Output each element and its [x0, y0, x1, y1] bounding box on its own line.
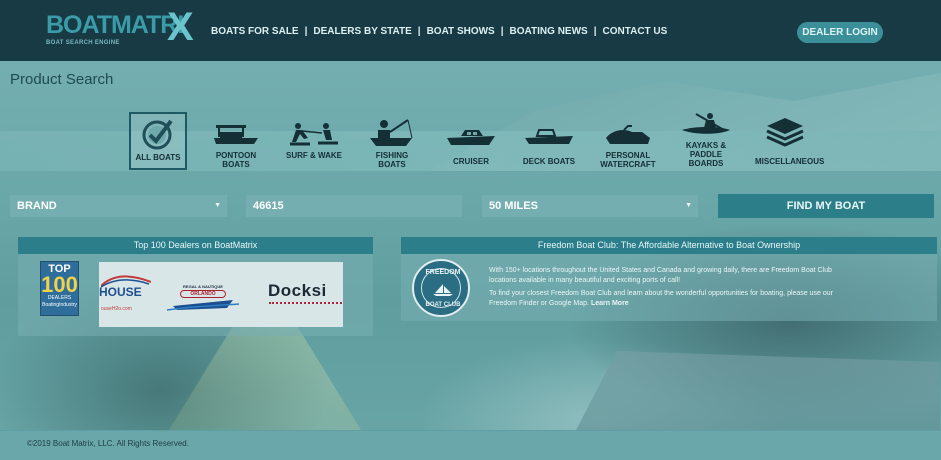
category-label: ALL BOATS — [135, 153, 181, 162]
category-label: PERSONAL WATERCRAFT — [600, 151, 656, 169]
category-label: SURF & WAKE — [286, 151, 342, 160]
badge-number: 100 — [41, 272, 78, 297]
category-label: CRUISER — [452, 157, 489, 166]
chevron-down-icon: ▼ — [685, 202, 692, 209]
regal-logo-main: ORLANDO — [180, 290, 226, 298]
logo-tagline: BOAT SEARCH ENGINE — [46, 40, 120, 46]
distance-select-value: 50 MILES — [489, 200, 538, 212]
nav-separator: | — [304, 26, 308, 37]
category-label: FISHING BOATS — [375, 151, 409, 169]
brand-select[interactable]: BRAND ▼ — [10, 195, 227, 217]
zip-input-value: 46615 — [253, 200, 284, 212]
cruiser-icon — [441, 110, 501, 148]
nav-boat-shows[interactable]: BOAT SHOWS — [427, 26, 495, 37]
deck-boat-icon — [519, 110, 579, 148]
nav-dealers-by-state[interactable]: DEALERS BY STATE — [313, 26, 411, 37]
site-footer: ©2019 Boat Matrix, LLC. All Rights Reser… — [0, 430, 941, 460]
docks-logo: Docksi — [268, 281, 327, 300]
category-pontoon-boats[interactable]: PONTOON BOATS — [206, 110, 266, 170]
page-title: Product Search — [10, 71, 114, 88]
docks-logo-underline — [269, 302, 343, 305]
check-circle-icon — [131, 114, 185, 150]
category-fishing-boats[interactable]: FISHING BOATS — [362, 110, 422, 170]
category-cruiser[interactable]: CRUISER — [441, 110, 501, 170]
freedom-boat-club-description: With 150+ locations throughout the Unite… — [489, 266, 839, 312]
brand-select-value: BRAND — [17, 200, 57, 212]
nav-boats-for-sale[interactable]: BOATS FOR SALE — [211, 26, 299, 37]
fishing-boat-icon — [362, 110, 422, 148]
wakeboard-icon — [284, 110, 344, 148]
fbc-paragraph-2: To find your closest Freedom Boat Club a… — [489, 290, 833, 307]
nav-separator: | — [417, 26, 421, 37]
category-all-boats[interactable]: ALL BOATS — [129, 112, 187, 170]
dealer-login-button[interactable]: DEALER LOGIN — [797, 22, 883, 43]
category-kayaks-paddle-boards[interactable]: KAYAKS & PADDLE BOARDS — [676, 110, 736, 170]
category-label: MISCELLANEOUS — [755, 157, 825, 166]
zip-input[interactable]: 46615 — [246, 195, 462, 217]
regal-logo-top: REGAL & NAUTIQUE — [183, 284, 223, 289]
logo-text: BOATMATRI — [46, 11, 184, 39]
main-nav: BOATS FOR SALE | DEALERS BY STATE | BOAT… — [211, 26, 667, 37]
logo[interactable]: BOATMATRI X BOAT SEARCH ENGINE — [46, 7, 194, 47]
emblem-bottom-text: BOAT CLUB — [425, 302, 461, 308]
nav-contact-us[interactable]: CONTACT US — [603, 26, 668, 37]
category-personal-watercraft[interactable]: PERSONAL WATERCRAFT — [598, 110, 658, 170]
top-100-badge[interactable]: TOP 100 DEALERS BoatingIndustry — [40, 261, 79, 316]
layers-icon — [755, 110, 815, 148]
top-dealers-title: Top 100 Dealers on BoatMatrix — [18, 237, 373, 254]
regal-boat-icon — [166, 300, 240, 311]
category-label: KAYAKS & PADDLE BOARDS — [685, 141, 727, 168]
fbc-paragraph-1: With 150+ locations throughout the Unite… — [489, 267, 832, 284]
badge-site: BoatingIndustry — [42, 302, 77, 308]
emblem-top-text: FREEDOM — [425, 269, 461, 276]
jet-ski-icon — [598, 110, 658, 148]
nav-separator: | — [593, 26, 597, 37]
sailboat-icon — [433, 284, 453, 296]
copyright-text: ©2019 Boat Matrix, LLC. All Rights Reser… — [27, 439, 189, 448]
kayak-icon — [676, 110, 736, 138]
category-surf-wake[interactable]: SURF & WAKE — [284, 110, 344, 170]
nav-separator: | — [500, 26, 504, 37]
distance-select[interactable]: 50 MILES ▼ — [482, 195, 698, 217]
logo-x: X — [167, 5, 194, 49]
learn-more-link[interactable]: Learn More — [591, 300, 629, 307]
dealer-logos-carousel[interactable]: HOUSE ouseH2o.com REGAL & NAUTIQUE ORLAN… — [99, 262, 343, 327]
category-label: DECK BOATS — [522, 157, 576, 166]
find-my-boat-button[interactable]: FIND MY BOAT — [718, 194, 934, 218]
category-label: PONTOON BOATS — [215, 151, 257, 169]
freedom-boat-club-title: Freedom Boat Club: The Affordable Altern… — [401, 237, 937, 254]
nav-boating-news[interactable]: BOATING NEWS — [510, 26, 588, 37]
house-logo: HOUSE — [99, 285, 142, 299]
chevron-down-icon: ▼ — [214, 202, 221, 209]
site-header: BOATMATRI X BOAT SEARCH ENGINE BOATS FOR… — [0, 0, 941, 61]
category-deck-boats[interactable]: DECK BOATS — [519, 110, 579, 170]
house-logo-url: ouseH2o.com — [101, 306, 132, 312]
freedom-boat-club-logo[interactable]: FREEDOM BOAT CLUB — [412, 259, 470, 317]
regal-nautique-logo: REGAL & NAUTIQUE ORLANDO — [163, 284, 243, 317]
pontoon-boat-icon — [206, 110, 266, 148]
category-miscellaneous[interactable]: MISCELLANEOUS — [755, 110, 825, 170]
